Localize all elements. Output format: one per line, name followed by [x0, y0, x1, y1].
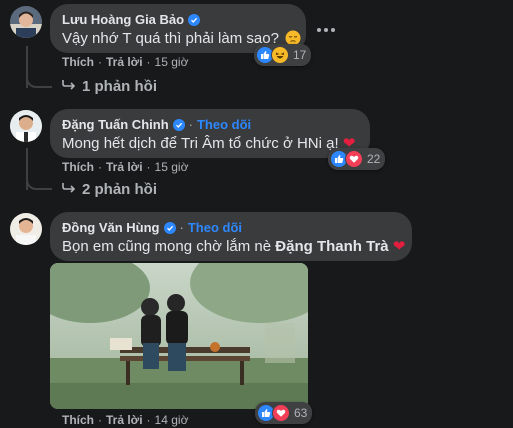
reaction-count: 22 — [367, 152, 381, 166]
avatar[interactable] — [10, 213, 42, 245]
reaction-summary[interactable]: 22 — [328, 148, 386, 170]
reaction-summary[interactable]: 17 — [254, 44, 312, 66]
verified-badge-icon — [188, 13, 201, 26]
reply-connector — [26, 170, 52, 190]
love-icon — [272, 404, 290, 422]
comment-text: Bọn em cũng mong chờ lắm nè Đặng Thanh T… — [62, 238, 406, 255]
love-icon — [345, 150, 363, 168]
timestamp[interactable]: 15 giờ — [155, 55, 189, 69]
attached-photo[interactable] — [50, 263, 308, 409]
follow-button[interactable]: Theo dõi — [197, 116, 251, 133]
reply-button[interactable]: Trả lời — [106, 55, 143, 69]
view-replies-link[interactable]: 2 phản hồi — [62, 181, 157, 198]
like-button[interactable]: Thích — [62, 55, 94, 69]
comment-actions: Thích · Trả lời · 15 giờ — [62, 160, 189, 174]
haha-icon — [271, 46, 289, 64]
comment-bubble: Đồng Văn Hùng · Theo dõi Bọn em cũng mon… — [50, 212, 412, 261]
comment-bubble: Đặng Tuấn Chinh · Theo dõi Mong hết dịch… — [50, 109, 370, 158]
avatar[interactable] — [10, 110, 42, 142]
reaction-count: 63 — [294, 406, 308, 420]
view-replies-link[interactable]: 1 phản hồi — [62, 78, 157, 95]
reply-button[interactable]: Trả lời — [106, 413, 143, 427]
reply-button[interactable]: Trả lời — [106, 160, 143, 174]
follow-button[interactable]: Theo dõi — [188, 219, 242, 236]
reaction-summary[interactable]: 63 — [255, 402, 313, 424]
red-heart-emoji-icon: ❤ — [392, 238, 406, 255]
timestamp[interactable]: 14 giờ — [155, 413, 189, 427]
reply-arrow-icon — [62, 181, 76, 198]
reaction-count: 17 — [293, 48, 307, 62]
like-button[interactable]: Thích — [62, 160, 94, 174]
verified-badge-icon — [172, 118, 185, 131]
author-name[interactable]: Đồng Văn Hùng — [62, 219, 160, 236]
more-options-icon[interactable] — [312, 22, 340, 38]
author-name[interactable]: Đặng Tuấn Chinh — [62, 116, 169, 133]
comment-actions: Thích · Trả lời · 14 giờ — [62, 413, 189, 427]
comment-text: Mong hết dịch để Tri Âm tổ chức ở HNi ạ!… — [62, 135, 356, 152]
reply-connector — [26, 68, 52, 88]
comment-actions: Thích · Trả lời · 15 giờ — [62, 55, 189, 69]
timestamp[interactable]: 15 giờ — [155, 160, 189, 174]
like-button[interactable]: Thích — [62, 413, 94, 427]
reply-arrow-icon — [62, 78, 76, 95]
verified-badge-icon — [163, 221, 176, 234]
author-name[interactable]: Lưu Hoàng Gia Bảo — [62, 11, 184, 28]
avatar[interactable] — [10, 6, 42, 38]
mention-link[interactable]: Đặng Thanh Trà — [275, 238, 388, 255]
